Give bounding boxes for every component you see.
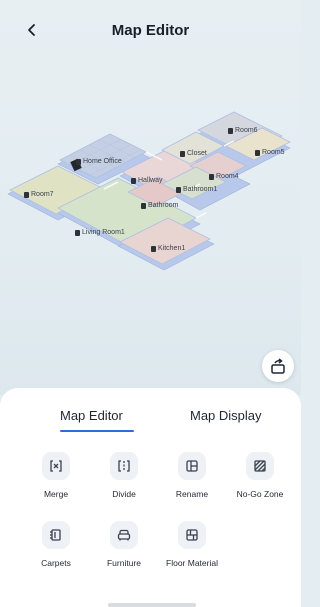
room-label-room5[interactable]: Room5 (255, 149, 285, 156)
room-label-kitchen1[interactable]: Kitchen1 (151, 245, 185, 252)
floor-material-button[interactable]: Floor Material (157, 521, 227, 568)
room-tag-icon (151, 245, 156, 252)
no-go-zone-icon (246, 452, 274, 480)
room-tag-icon (228, 127, 233, 134)
room-tag-icon (76, 158, 81, 165)
rename-icon (178, 452, 206, 480)
carpets-icon (42, 521, 70, 549)
merge-icon (42, 452, 70, 480)
room-label-room6[interactable]: Room6 (228, 127, 258, 134)
carpets-button[interactable]: Carpets (21, 521, 91, 568)
furniture-icon (110, 521, 138, 549)
rename-button[interactable]: Rename (157, 452, 227, 499)
tab-map-display[interactable]: Map Display (190, 408, 262, 423)
room-tag-icon (131, 177, 136, 184)
room-label-room4[interactable]: Room4 (209, 173, 239, 180)
merge-button[interactable]: Merge (21, 452, 91, 499)
tab-map-editor[interactable]: Map Editor (60, 408, 123, 423)
tab-bar: Map Editor Map Display (0, 408, 301, 438)
divide-icon (110, 452, 138, 480)
room-label-home-office[interactable]: Home Office (76, 158, 122, 165)
floor-material-icon (178, 521, 206, 549)
rotate-icon (271, 358, 285, 374)
header: Map Editor (0, 0, 301, 60)
furniture-button[interactable]: Furniture (89, 521, 159, 568)
bottom-panel: Map Editor Map Display Merge Divide Rena… (0, 388, 301, 607)
room-tag-icon (255, 149, 260, 156)
room-label-hallway[interactable]: Hallway (131, 177, 163, 184)
room-tag-icon (180, 150, 185, 157)
room-label-closet[interactable]: Closet (180, 150, 207, 157)
no-go-zone-button[interactable]: No-Go Zone (225, 452, 295, 499)
room-tag-icon (176, 186, 181, 193)
page-title: Map Editor (111, 22, 190, 39)
room-tag-icon (75, 229, 80, 236)
divide-button[interactable]: Divide (89, 452, 159, 499)
home-indicator[interactable] (108, 603, 196, 607)
room-label-bathroom[interactable]: Bathroom (141, 202, 178, 209)
room-label-living-room1[interactable]: Living Room1 (75, 229, 125, 236)
room-label-bathroom1[interactable]: Bathroom1 (176, 186, 217, 193)
room-tag-icon (141, 202, 146, 209)
room-label-room7[interactable]: Room7 (24, 191, 54, 198)
active-tab-indicator (60, 430, 134, 432)
room-tag-icon (24, 191, 29, 198)
room-tag-icon (209, 173, 214, 180)
rotate-map-button[interactable] (262, 350, 294, 382)
